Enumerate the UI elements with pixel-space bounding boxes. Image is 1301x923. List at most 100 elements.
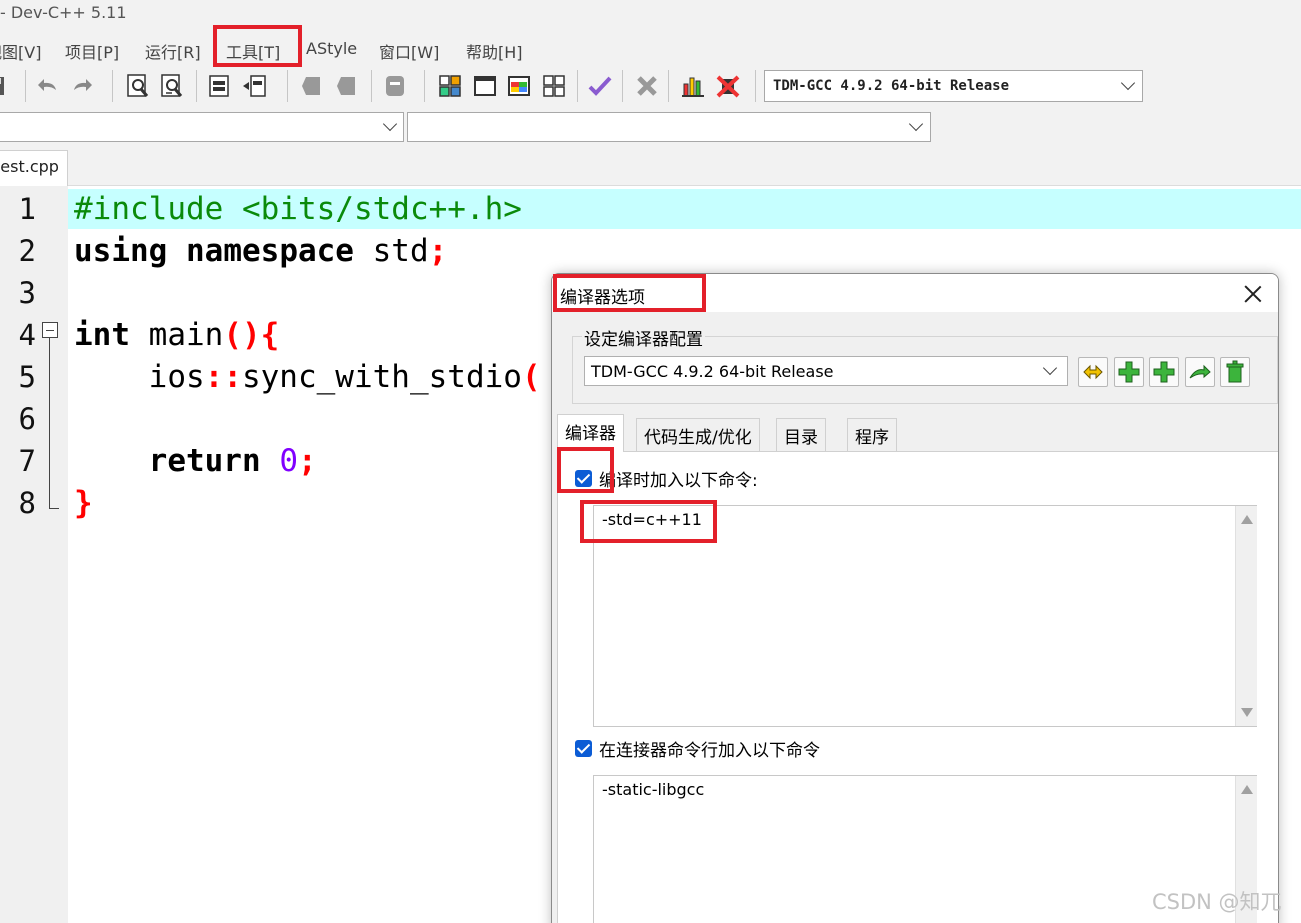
- menu-window[interactable]: 窗口[W]: [379, 39, 439, 63]
- toolbar-separator: [424, 70, 425, 102]
- indent-icon[interactable]: [205, 72, 233, 100]
- editor-tab-strip: [0, 148, 1301, 186]
- code-line-2: using namespace std;: [74, 233, 447, 269]
- menu-bar: 视图[V] 项目[P] 运行[R] 工具[T] AStyle 窗口[W] 帮助[…: [0, 34, 1301, 64]
- find-config-button[interactable]: [1185, 357, 1215, 387]
- compiler-cmd-checkbox[interactable]: [575, 470, 592, 487]
- scrollbar[interactable]: [1235, 506, 1257, 726]
- undo-icon[interactable]: [34, 72, 62, 100]
- compiler-select-value: TDM-GCC 4.9.2 64-bit Release: [773, 78, 1010, 94]
- delete-icon[interactable]: [633, 72, 661, 100]
- identifier: main: [130, 317, 224, 353]
- chevron-down-icon: [382, 116, 398, 132]
- punctuation: }: [74, 485, 93, 521]
- class-browser-icon[interactable]: [505, 72, 533, 100]
- fold-end: [49, 508, 59, 509]
- line-number: 4: [18, 318, 36, 352]
- toolbar-separator: [577, 70, 578, 102]
- code-line-4: int main(){: [74, 317, 279, 353]
- punctuation: ;: [297, 443, 317, 479]
- line-number: 7: [18, 444, 36, 478]
- toolbar-separator: [371, 70, 372, 102]
- menu-help[interactable]: 帮助[H]: [466, 39, 523, 63]
- scroll-up-icon[interactable]: [1241, 785, 1253, 794]
- line-number: 1: [18, 192, 36, 226]
- debug-icon[interactable]: [714, 72, 742, 100]
- replace-icon[interactable]: [158, 72, 186, 100]
- compiler-config-select[interactable]: TDM-GCC 4.9.2 64-bit Release: [584, 356, 1068, 386]
- toggle-comment-icon[interactable]: [381, 72, 409, 100]
- watermark: CSDN @知兀: [1152, 890, 1282, 914]
- bookmark-next-icon[interactable]: [333, 72, 361, 100]
- close-icon[interactable]: [1242, 283, 1264, 305]
- title-bar: - Dev-C++ 5.11: [0, 0, 1301, 34]
- code-line-8: }: [74, 485, 93, 521]
- code-line-5: ios::sync_with_stdio(: [74, 359, 541, 395]
- delete-config-button[interactable]: [1220, 357, 1250, 387]
- toolbar-separator: [196, 70, 197, 102]
- check-syntax-icon[interactable]: [586, 72, 614, 100]
- chevron-down-icon: [1120, 75, 1136, 91]
- window-icon[interactable]: [471, 72, 499, 100]
- tab-directories[interactable]: 目录: [776, 418, 826, 451]
- class-select[interactable]: [0, 112, 404, 142]
- scroll-down-icon[interactable]: [1241, 708, 1253, 717]
- menu-tools[interactable]: 工具[T]: [226, 39, 280, 63]
- file-tab-label: test.cpp: [0, 157, 59, 176]
- punctuation: (: [521, 359, 541, 395]
- compiler-config-label: 设定编译器配置: [582, 325, 705, 350]
- member-select[interactable]: [407, 112, 931, 142]
- number-literal: 0: [279, 443, 298, 479]
- line-number: 6: [18, 402, 36, 436]
- rename-config-button[interactable]: [1078, 357, 1108, 387]
- line-number: 5: [18, 360, 36, 394]
- redo-icon[interactable]: [68, 72, 96, 100]
- toolbar-separator: [622, 70, 623, 102]
- chevron-down-icon: [908, 116, 924, 132]
- keyword: int: [74, 317, 130, 353]
- code-line-1: #include <bits/stdc++.h>: [74, 191, 522, 227]
- toolbar-separator: [112, 70, 113, 102]
- chart-icon[interactable]: [679, 72, 707, 100]
- preprocessor-text: #include <bits/stdc++.h>: [74, 191, 522, 227]
- toolbar-separator: [25, 70, 26, 102]
- menu-view[interactable]: 视图[V]: [0, 39, 41, 63]
- dialog-title: 编译器选项: [560, 288, 645, 308]
- scroll-up-icon[interactable]: [1241, 515, 1253, 524]
- compiler-select[interactable]: TDM-GCC 4.9.2 64-bit Release: [764, 70, 1143, 102]
- grid-icon[interactable]: [540, 72, 568, 100]
- chevron-down-icon: [1042, 360, 1058, 376]
- unindent-icon[interactable]: [240, 72, 268, 100]
- keyword: namespace: [186, 233, 354, 269]
- linker-cmd-checkbox[interactable]: [575, 740, 592, 757]
- toolbar-separator: [755, 70, 756, 102]
- menu-astyle[interactable]: AStyle: [306, 39, 357, 58]
- menu-run[interactable]: 运行[R]: [145, 39, 201, 63]
- line-number: 8: [18, 486, 36, 520]
- dialog-title-bar: 编译器选项: [552, 274, 1278, 312]
- toolbar-separator: [668, 70, 669, 102]
- add-config-copy-button[interactable]: [1149, 357, 1179, 387]
- menu-project[interactable]: 项目[P]: [65, 39, 119, 63]
- fold-toggle-icon[interactable]: [42, 322, 58, 338]
- identifier: ios: [74, 359, 205, 395]
- file-tab[interactable]: test.cpp: [0, 150, 68, 186]
- new-project-icon[interactable]: [436, 72, 464, 100]
- compiler-options-dialog: 编译器选项 设定编译器配置 TDM-GCC 4.9.2 64-bit Relea…: [551, 273, 1279, 923]
- tab-codegen[interactable]: 代码生成/优化: [636, 418, 760, 451]
- tab-compiler[interactable]: 编译器: [557, 414, 624, 452]
- keyword: return: [74, 443, 261, 479]
- bookmark-prev-icon[interactable]: [298, 72, 326, 100]
- linker-cmd-value: -static-libgcc: [602, 780, 705, 799]
- add-config-button[interactable]: [1114, 357, 1144, 387]
- compiler-config-value: TDM-GCC 4.9.2 64-bit Release: [591, 362, 834, 381]
- linker-cmd-label: 在连接器命令行加入以下命令: [599, 741, 820, 761]
- compiler-cmd-textarea[interactable]: -std=c++11: [593, 505, 1257, 727]
- compiler-cmd-label: 编译时加入以下命令:: [599, 471, 758, 491]
- save-icon[interactable]: [0, 72, 10, 100]
- compiler-cmd-value: -std=c++11: [602, 510, 702, 529]
- tab-programs[interactable]: 程序: [847, 418, 897, 451]
- fold-line: [49, 338, 50, 508]
- toolbar-separator: [287, 70, 288, 102]
- find-icon[interactable]: [124, 72, 152, 100]
